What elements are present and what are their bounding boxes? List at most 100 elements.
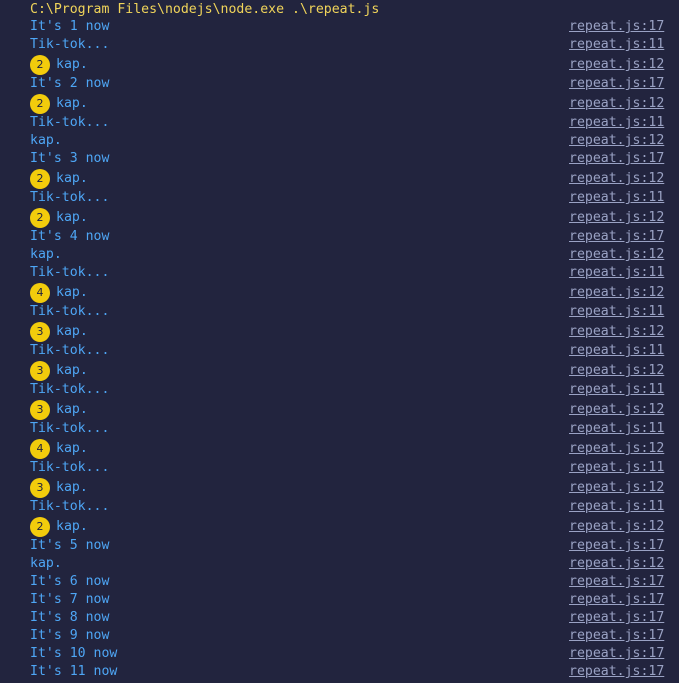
console-line-message: kap. (30, 555, 62, 573)
console-line: kap. repeat.js:12 (0, 132, 679, 150)
source-location-link[interactable]: repeat.js:17 (569, 228, 664, 246)
log-message: Tik-tok... (30, 382, 110, 397)
console-line: 4 kap. repeat.js:12 (0, 282, 679, 303)
console-line-message: 3 kap. (30, 399, 88, 420)
command-line: C:\Program Files\nodejs\node.exe .\repea… (30, 2, 380, 17)
source-location-link[interactable]: repeat.js:12 (569, 399, 664, 420)
source-location-link[interactable]: repeat.js:12 (569, 282, 664, 303)
source-location-link[interactable]: repeat.js:17 (569, 75, 664, 93)
source-location-link[interactable]: repeat.js:11 (569, 114, 664, 132)
source-location-link[interactable]: repeat.js:12 (569, 555, 664, 573)
console-line-message: 4 kap. (30, 438, 88, 459)
log-message: kap. (56, 402, 88, 417)
source-location-link[interactable]: repeat.js:17 (569, 150, 664, 168)
log-message: It's 7 now (30, 592, 110, 607)
source-location-link[interactable]: repeat.js:12 (569, 246, 664, 264)
log-message: Tik-tok... (30, 190, 110, 205)
console-line-message: It's 1 now (30, 18, 109, 36)
log-message: kap. (56, 210, 88, 225)
console-line-message: It's 11 now (30, 663, 117, 681)
console-line-message: 4 kap. (30, 282, 88, 303)
source-location-link[interactable]: repeat.js:11 (569, 264, 664, 282)
source-location-link[interactable]: repeat.js:17 (569, 591, 664, 609)
console-line: Tik-tok... repeat.js:11 (0, 189, 679, 207)
log-message: Tik-tok... (30, 460, 110, 475)
source-location-link[interactable]: repeat.js:17 (569, 609, 664, 627)
console-line: Tik-tok... repeat.js:11 (0, 114, 679, 132)
source-location-link[interactable]: repeat.js:11 (569, 342, 664, 360)
console-line: kap. repeat.js:12 (0, 246, 679, 264)
console-line-message: 2 kap. (30, 93, 88, 114)
log-message: kap. (30, 556, 62, 571)
console-line: Tik-tok... repeat.js:11 (0, 381, 679, 399)
repeat-count-badge: 2 (30, 168, 50, 189)
console-line: kap. repeat.js:12 (0, 555, 679, 573)
console-line-message: Tik-tok... (30, 342, 109, 360)
source-location-link[interactable]: repeat.js:17 (569, 573, 664, 591)
source-location-link[interactable]: repeat.js:12 (569, 54, 664, 75)
log-message: Tik-tok... (30, 421, 110, 436)
source-location-link[interactable]: repeat.js:11 (569, 459, 664, 477)
source-location-link[interactable]: repeat.js:17 (569, 627, 664, 645)
source-location-link[interactable]: repeat.js:11 (569, 498, 664, 516)
console-line-message: It's 8 now (30, 609, 109, 627)
log-message: It's 10 now (30, 646, 118, 661)
source-location-link[interactable]: repeat.js:12 (569, 438, 664, 459)
log-message: kap. (56, 363, 88, 378)
console-line: Tik-tok... repeat.js:11 (0, 264, 679, 282)
console-line: 3 kap. repeat.js:12 (0, 360, 679, 381)
console-line-message: Tik-tok... (30, 420, 109, 438)
source-location-link[interactable]: repeat.js:12 (569, 516, 664, 537)
console-line: It's 2 now repeat.js:17 (0, 75, 679, 93)
source-location-link[interactable]: repeat.js:12 (569, 168, 664, 189)
source-location-link[interactable]: repeat.js:12 (569, 477, 664, 498)
source-location-link[interactable]: repeat.js:17 (569, 645, 664, 663)
console-line-message: kap. (30, 132, 62, 150)
console-line-message: It's 9 now (30, 627, 109, 645)
source-location-link[interactable]: repeat.js:11 (569, 189, 664, 207)
console-line-message: It's 4 now (30, 228, 109, 246)
console-line: 3 kap. repeat.js:12 (0, 399, 679, 420)
debug-console-output: C:\Program Files\nodejs\node.exe .\repea… (0, 0, 679, 683)
log-message: kap. (56, 519, 88, 534)
console-line-message: Tik-tok... (30, 381, 109, 399)
log-message: kap. (56, 441, 88, 456)
console-line-message: It's 3 now (30, 150, 109, 168)
log-message: It's 2 now (30, 76, 110, 91)
repeat-count-badge: 2 (30, 93, 50, 114)
source-location-link[interactable]: repeat.js:17 (569, 663, 664, 681)
repeat-count-badge: 3 (30, 360, 50, 381)
log-message: Tik-tok... (30, 499, 110, 514)
log-message: kap. (56, 285, 88, 300)
source-location-link[interactable]: repeat.js:12 (569, 360, 664, 381)
log-message: kap. (56, 324, 88, 339)
console-line: It's 6 now repeat.js:17 (0, 573, 679, 591)
console-line: Tik-tok... repeat.js:11 (0, 303, 679, 321)
source-location-link[interactable]: repeat.js:12 (569, 132, 664, 150)
log-message: It's 9 now (30, 628, 110, 643)
log-message: Tik-tok... (30, 265, 110, 280)
source-location-link[interactable]: repeat.js:12 (569, 321, 664, 342)
console-line: It's 3 now repeat.js:17 (0, 150, 679, 168)
console-line-message: Tik-tok... (30, 189, 109, 207)
repeat-count-badge: 4 (30, 282, 50, 303)
console-line: It's 10 now repeat.js:17 (0, 645, 679, 663)
console-line-message: Tik-tok... (30, 36, 109, 54)
source-location-link[interactable]: repeat.js:11 (569, 303, 664, 321)
log-message: kap. (30, 247, 62, 262)
console-line: 2 kap. repeat.js:12 (0, 93, 679, 114)
source-location-link[interactable]: repeat.js:11 (569, 381, 664, 399)
console-line: It's 4 now repeat.js:17 (0, 228, 679, 246)
console-line-message: 2 kap. (30, 207, 88, 228)
log-message: It's 1 now (30, 19, 110, 34)
console-line-message: Tik-tok... (30, 498, 109, 516)
source-location-link[interactable]: repeat.js:12 (569, 93, 664, 114)
console-line: It's 11 now repeat.js:17 (0, 663, 679, 681)
repeat-count-badge: 2 (30, 516, 50, 537)
source-location-link[interactable]: repeat.js:11 (569, 36, 664, 54)
console-line: 4 kap. repeat.js:12 (0, 438, 679, 459)
source-location-link[interactable]: repeat.js:11 (569, 420, 664, 438)
source-location-link[interactable]: repeat.js:17 (569, 18, 664, 36)
source-location-link[interactable]: repeat.js:17 (569, 537, 664, 555)
source-location-link[interactable]: repeat.js:12 (569, 207, 664, 228)
